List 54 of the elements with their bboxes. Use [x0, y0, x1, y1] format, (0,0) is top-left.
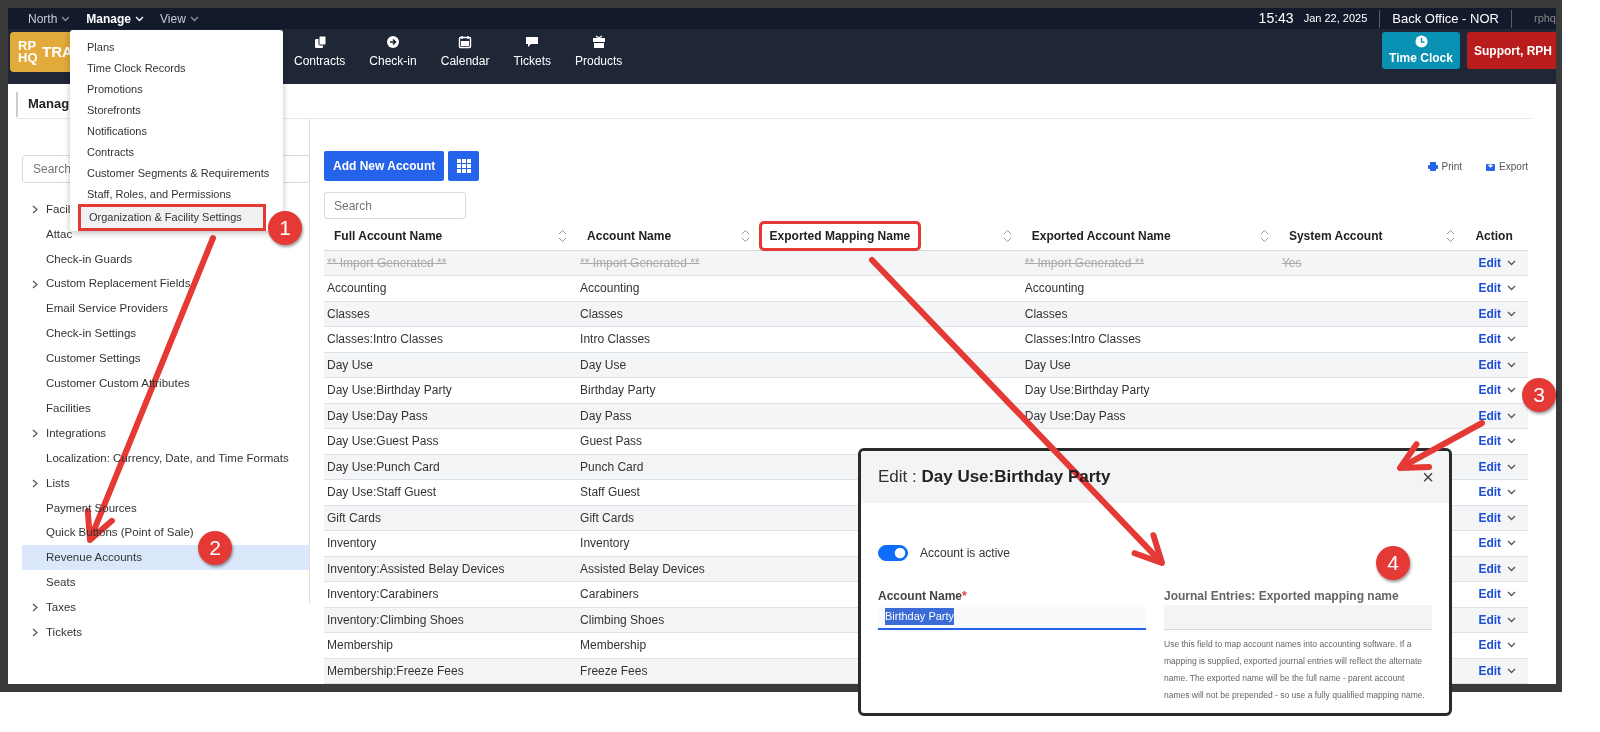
table-cell: Punch Card — [580, 459, 644, 474]
step-number: 3 — [1522, 378, 1556, 412]
table-cell: Day Use — [580, 357, 627, 372]
table-cell: Membership — [327, 638, 394, 653]
table-cell: Day Use:Birthday Party — [1024, 383, 1150, 398]
table-cell: Accounting — [1024, 281, 1085, 296]
toggle-label: Account is active — [920, 545, 1011, 562]
table-cell: Inventory — [580, 536, 630, 551]
table-cell: Assisted Belay Devices — [580, 561, 705, 576]
table-cell: Staff Guest — [580, 485, 640, 500]
clock-time: 15:43 — [1258, 9, 1294, 28]
table-cell: Accounting — [327, 281, 387, 296]
date-text: Jan 22, 2025 — [1303, 11, 1368, 27]
table-cell: Membership — [580, 638, 647, 653]
table-cell: Day Use:Day Pass — [327, 408, 428, 423]
step-number: 2 — [198, 531, 232, 565]
table-cell: Day Use — [327, 357, 373, 372]
table-cell: Day Use — [1024, 357, 1071, 372]
table-cell: Classes:Intro Classes — [327, 332, 444, 347]
table-cell: Accounting — [580, 281, 640, 296]
table-cell: Day Use:Guest Pass — [327, 434, 439, 449]
table-cell: Inventory:Carabiners — [327, 587, 439, 602]
field-label: Account Name — [878, 589, 963, 603]
table-cell: Birthday Party — [580, 383, 656, 398]
table-cell: ** Import Generated ** — [327, 255, 447, 270]
table-cell: Gift Cards — [327, 510, 381, 525]
table-cell: ** Import Generated ** — [580, 255, 700, 270]
step-number: 1 — [268, 211, 302, 245]
table-cell: Carabiners — [580, 587, 639, 602]
table-cell: Day Use:Punch Card — [327, 459, 440, 474]
table-cell: Inventory:Assisted Belay Devices — [327, 561, 505, 576]
field-label: Journal Entries: Exported mapping name — [1164, 588, 1400, 605]
location-name: Back Office - NOR — [1392, 9, 1499, 28]
table-cell: Yes — [1281, 255, 1302, 270]
table-cell: Classes — [327, 306, 370, 321]
table-cell: ** Import Generated ** — [1024, 255, 1145, 270]
table-cell: Inventory — [327, 536, 377, 551]
table-cell: Classes — [580, 306, 623, 321]
table-cell: Climbing Shoes — [580, 612, 665, 627]
table-cell: Intro Classes — [580, 332, 651, 347]
table-cell: Guest Pass — [580, 434, 643, 449]
table-cell: Membership:Freeze Fees — [327, 663, 464, 678]
table-cell: Day Pass — [580, 408, 632, 423]
table-cell: Day Use:Birthday Party — [327, 383, 452, 398]
table-cell: Inventory:Climbing Shoes — [327, 612, 464, 627]
table-cell: Freeze Fees — [580, 663, 648, 678]
required-mark: * — [962, 589, 967, 603]
table-cell: Day Use:Staff Guest — [327, 485, 437, 500]
table-cell: Day Use:Day Pass — [1024, 408, 1126, 423]
table-cell: Classes — [1024, 306, 1068, 321]
help-text: Use this field to map account names into accounting software. If a mapping is supplied, exported journal entries will reflect the alternate name. The exported name will be the full name - parent account names will not be prepended - so use a fully qualified mapping name. — [1164, 638, 1426, 702]
page-title: Manag — [28, 95, 70, 114]
table-cell: Classes:Intro Classes — [1024, 332, 1141, 347]
table-cell: Gift Cards — [580, 510, 635, 525]
